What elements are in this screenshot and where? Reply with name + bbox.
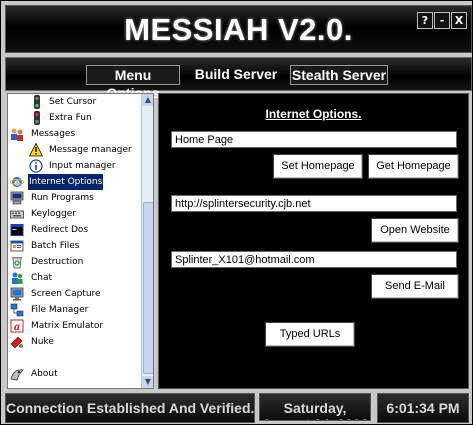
help-button[interactable]: ?: [417, 12, 433, 29]
computer-icon: [10, 191, 24, 205]
set-homepage-button[interactable]: Set Homepage: [273, 154, 363, 179]
connection-status: Connection Established And Verified.: [5, 393, 255, 423]
stealth-server-tab[interactable]: Stealth Server: [290, 65, 388, 85]
title-bar[interactable]: MESSIAH V2.0. ? - X: [5, 5, 472, 53]
tree-item-label: Keylogger: [31, 209, 76, 219]
scroll-thumb[interactable]: [143, 202, 153, 374]
internet-options-panel: Internet Options. Home Page Set Homepage…: [158, 93, 469, 389]
homepage-input[interactable]: Home Page: [171, 131, 457, 148]
close-button[interactable]: X: [451, 12, 467, 29]
tree-item-label: Input manager: [49, 161, 116, 171]
panel-heading: Internet Options.: [265, 107, 362, 121]
traffic-light-icon: [34, 95, 40, 109]
warning-icon: [29, 143, 43, 157]
svg-text:a: a: [14, 322, 20, 333]
monitor-icon: [10, 287, 24, 301]
tree-item-label: About: [31, 369, 58, 379]
about-icon: [10, 369, 24, 381]
tree-item-label: Messages: [31, 129, 76, 139]
menu-options-tab[interactable]: Menu Options: [86, 65, 180, 101]
tree-item-label: Matrix Emulator: [31, 321, 104, 331]
tree-item-label: Screen Capture: [31, 289, 101, 299]
traffic-light-icon: [34, 111, 40, 125]
date-display: Saturday, August 04, 2006: [259, 393, 371, 421]
get-homepage-button[interactable]: Get Homepage: [368, 154, 459, 179]
time-display: 6:01:34 PM: [377, 393, 469, 423]
matrix-icon: a: [10, 319, 24, 333]
app-title: MESSIAH V2.0.: [124, 12, 353, 47]
send-email-button[interactable]: Send E-Mail: [371, 274, 459, 299]
chat-icon: [12, 272, 23, 284]
scroll-down-arrow[interactable]: ▼: [142, 376, 153, 388]
network-icon: [10, 303, 24, 317]
tree-item-label: Run Programs: [31, 193, 94, 203]
scroll-up-arrow[interactable]: ▲: [142, 94, 153, 106]
typed-urls-button[interactable]: Typed URLs: [265, 322, 355, 347]
tree-item-label: File Manager: [31, 305, 89, 315]
open-website-button[interactable]: Open Website: [371, 218, 459, 243]
main-window: MESSIAH V2.0. ? - X Menu Options Build S…: [0, 0, 473, 425]
tree-item-label: Redirect Dos: [31, 225, 89, 235]
tree-item-label: Internet Options: [28, 174, 104, 190]
tree-item-label: Chat: [31, 273, 53, 283]
recycle-bin-icon: [12, 257, 22, 269]
people-icon: [11, 128, 23, 141]
tree-item-label: Extra Fun: [49, 113, 92, 123]
tree-item-label: Batch Files: [31, 241, 80, 251]
tree-scrollbar[interactable]: ▲ ▼: [141, 94, 153, 388]
info-icon: [29, 159, 43, 173]
internet-explorer-icon: e: [10, 177, 24, 189]
nuke-icon: [10, 336, 23, 349]
menu-bar: Menu Options Build Server Stealth Server: [5, 57, 472, 101]
dos-window-icon: [10, 224, 24, 236]
website-input[interactable]: http://splintersecurity.cjb.net: [171, 195, 457, 212]
options-tree: Set Cursor Extra Fun Messages Message ma…: [7, 93, 154, 389]
email-input[interactable]: Splinter_X101@hotmail.com: [171, 251, 457, 268]
tree-item-label: Nuke: [31, 337, 54, 347]
batch-file-icon: [10, 240, 24, 252]
tree-item-label: Set Cursor: [49, 97, 97, 107]
tree-item-label: Message manager: [49, 145, 132, 155]
keyboard-icon: [10, 210, 24, 219]
build-server-tab[interactable]: Build Server: [190, 65, 282, 83]
tree-item-label: Destruction: [31, 257, 84, 267]
minimize-button[interactable]: -: [434, 12, 450, 29]
